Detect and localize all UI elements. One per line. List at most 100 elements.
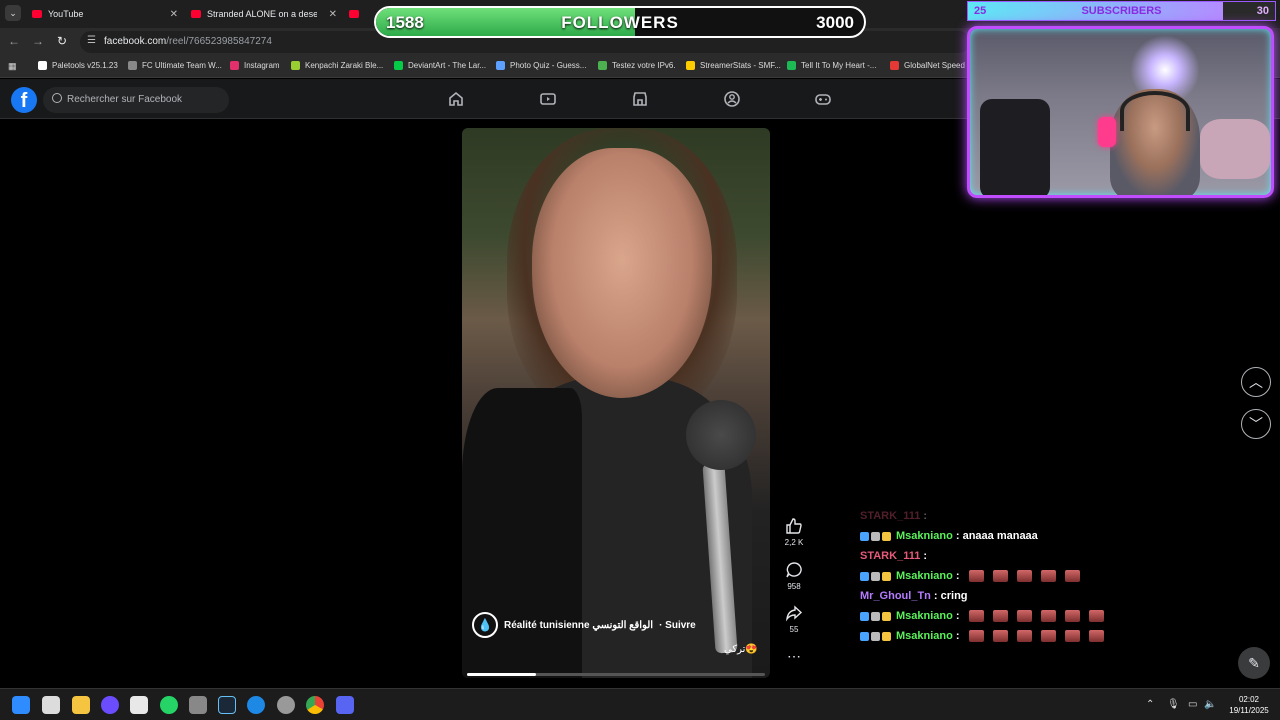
followers-goal: 3000 bbox=[816, 13, 854, 32]
next-reel-button[interactable]: ﹀ bbox=[1241, 409, 1271, 439]
app-icon[interactable] bbox=[130, 696, 148, 714]
chat-username[interactable]: Msakniano bbox=[896, 530, 953, 542]
chat-emote-icon bbox=[1064, 630, 1080, 642]
clock[interactable]: 02:02 19/11/2025 bbox=[1224, 694, 1274, 716]
reload-icon[interactable]: ↻ bbox=[54, 34, 70, 48]
facebook-search-input[interactable]: Rechercher sur Facebook bbox=[43, 87, 229, 113]
microphone-icon[interactable]: 🎙 bbox=[1167, 699, 1180, 710]
groups-icon[interactable] bbox=[723, 90, 741, 108]
bookmark-favicon-icon bbox=[38, 61, 47, 70]
chat-username[interactable]: Msakniano bbox=[896, 630, 953, 642]
tab-search-button[interactable]: ⌄ bbox=[5, 5, 21, 21]
follow-link[interactable]: · Suivre bbox=[659, 620, 696, 631]
bookmark-item[interactable]: GlobalNet Speed bbox=[890, 61, 965, 70]
comment-icon bbox=[786, 562, 802, 578]
bookmark-favicon-icon bbox=[291, 61, 300, 70]
comment-button[interactable]: 958 bbox=[780, 561, 808, 591]
chat-badges bbox=[860, 611, 891, 621]
bookmark-item[interactable]: Instagram bbox=[230, 61, 280, 70]
chat-text: : anaaa manaaa bbox=[955, 530, 1038, 542]
chat-username[interactable]: Mr_Ghoul_Tn bbox=[860, 590, 931, 602]
bookmark-item[interactable]: DeviantArt - The Lar... bbox=[394, 61, 486, 70]
browser-tab[interactable]: Stranded ALONE on a deserted ✕ bbox=[191, 4, 341, 24]
youtube-icon bbox=[32, 10, 42, 18]
bookmark-label: GlobalNet Speed bbox=[904, 61, 965, 70]
like-button[interactable]: 2,2 K bbox=[780, 517, 808, 547]
chat-message: Msakniano: anaaa manaaa bbox=[860, 530, 1038, 542]
bookmark-label: DeviantArt - The Lar... bbox=[408, 61, 487, 70]
chat-emote-icon bbox=[992, 610, 1008, 622]
chrome-icon[interactable] bbox=[306, 696, 324, 714]
chat-badges bbox=[860, 571, 891, 581]
chat-emote-icon bbox=[1040, 610, 1056, 622]
chevron-up-icon: ︿ bbox=[1249, 374, 1263, 390]
bookmark-item[interactable]: Paletools v25.1.23 bbox=[38, 61, 118, 70]
bookmark-item[interactable]: FC Ultimate Team W... bbox=[128, 61, 222, 70]
app-icon[interactable] bbox=[277, 696, 295, 714]
more-options-icon[interactable]: ⋯ bbox=[780, 648, 808, 665]
comment-count: 958 bbox=[787, 582, 801, 591]
steam-icon[interactable] bbox=[218, 696, 236, 714]
chat-emote-icon bbox=[1040, 630, 1056, 642]
bookmark-item[interactable]: Kenpachi Zaraki Ble... bbox=[291, 61, 383, 70]
facebook-logo[interactable]: f bbox=[11, 87, 37, 113]
file-explorer-icon[interactable] bbox=[72, 696, 90, 714]
chat-username[interactable]: Msakniano bbox=[896, 570, 953, 582]
previous-reel-button[interactable]: ︿ bbox=[1241, 367, 1271, 397]
close-tab-icon[interactable]: ✕ bbox=[329, 9, 337, 20]
browser-tab[interactable]: YouTube ✕ bbox=[32, 4, 182, 24]
volume-icon[interactable]: 🔈 bbox=[1204, 699, 1216, 710]
bookmark-item[interactable]: Photo Quiz - Guess... bbox=[496, 61, 586, 70]
apps-grid-icon[interactable]: ▦ bbox=[8, 61, 17, 72]
reel-author[interactable]: 💧 Réalité tunisienne الواقع التونسي · Su… bbox=[472, 612, 696, 638]
bookmark-item[interactable]: Testez votre IPv6. bbox=[598, 61, 676, 70]
tab-title: YouTube bbox=[48, 9, 84, 19]
author-avatar[interactable]: 💧 bbox=[472, 612, 498, 638]
site-info-icon[interactable]: ☰ bbox=[87, 35, 96, 46]
chat-text: : bbox=[955, 570, 960, 582]
badge-icon bbox=[882, 631, 891, 641]
chat-emote-icon bbox=[1040, 570, 1056, 582]
home-icon[interactable] bbox=[447, 90, 465, 108]
bookmark-label: Photo Quiz - Guess... bbox=[510, 61, 587, 70]
whatsapp-icon[interactable] bbox=[160, 696, 178, 714]
chat-message: Msakniano: bbox=[860, 570, 1080, 582]
forward-icon[interactable]: → bbox=[30, 34, 46, 48]
reel-video[interactable]: 💧 Réalité tunisienne الواقع التونسي · Su… bbox=[462, 128, 770, 678]
chevron-up-icon[interactable]: ⌃ bbox=[1146, 699, 1154, 710]
chat-emote-icon bbox=[1088, 610, 1104, 622]
chat-username[interactable]: Msakniano bbox=[896, 610, 953, 622]
bookmark-favicon-icon bbox=[128, 61, 137, 70]
discord-icon[interactable] bbox=[336, 696, 354, 714]
gaming-icon[interactable] bbox=[814, 90, 832, 108]
chat-username[interactable]: STARK_111 bbox=[860, 550, 920, 562]
author-name[interactable]: Réalité tunisienne الواقع التونسي bbox=[504, 620, 653, 631]
share-button[interactable]: 55 bbox=[780, 604, 808, 634]
bookmark-label: StreamerStats - SMF... bbox=[700, 61, 781, 70]
badge-icon bbox=[860, 531, 869, 541]
app-icon[interactable] bbox=[189, 696, 207, 714]
edit-icon[interactable]: ✎ bbox=[1238, 647, 1270, 679]
video-icon[interactable] bbox=[539, 90, 557, 108]
chat-message: STARK_111: bbox=[860, 510, 927, 522]
reel-progress-bar[interactable] bbox=[467, 673, 765, 676]
video-frame-microphone bbox=[686, 400, 756, 470]
task-view-icon[interactable] bbox=[42, 696, 60, 714]
chat-emote-icon bbox=[1016, 610, 1032, 622]
chat-username[interactable]: STARK_111 bbox=[860, 510, 920, 522]
badge-icon bbox=[882, 531, 891, 541]
webcam-microphone bbox=[1098, 117, 1116, 147]
cortana-icon[interactable] bbox=[101, 696, 119, 714]
chevron-down-icon: ﹀ bbox=[1249, 416, 1263, 432]
network-icon[interactable]: ▭ bbox=[1188, 699, 1197, 710]
back-icon[interactable]: ← bbox=[6, 34, 22, 48]
close-tab-icon[interactable]: ✕ bbox=[170, 9, 178, 20]
bookmark-favicon-icon bbox=[787, 61, 796, 70]
browser-tab[interactable] bbox=[349, 4, 373, 24]
bookmark-item[interactable]: Tell It To My Heart -... bbox=[787, 61, 876, 70]
app-icon[interactable] bbox=[247, 696, 265, 714]
bookmark-item[interactable]: StreamerStats - SMF... bbox=[686, 61, 781, 70]
marketplace-icon[interactable] bbox=[631, 90, 649, 108]
windows-start-icon[interactable] bbox=[12, 696, 30, 714]
subscribers-goal-bar: 25 SUBSCRIBERS 30 bbox=[967, 1, 1276, 21]
